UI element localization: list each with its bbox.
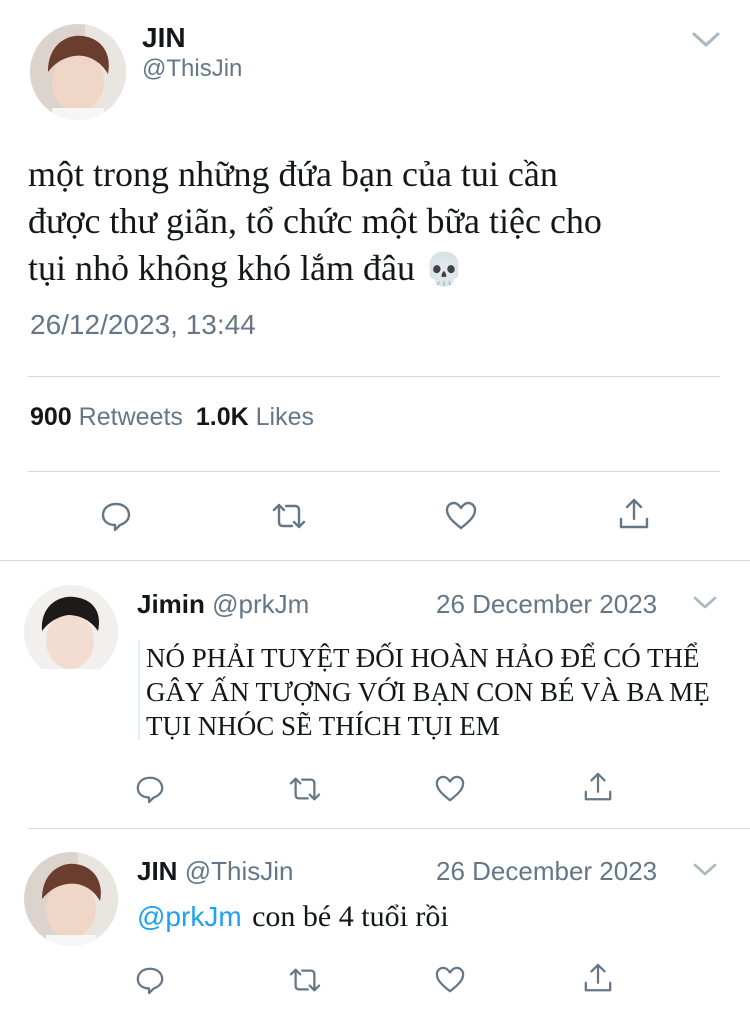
section-divider (0, 560, 750, 561)
share-icon (619, 498, 649, 529)
chevron-down-icon[interactable] (692, 862, 718, 878)
reply-date[interactable]: 26 December 2023 (436, 589, 657, 620)
avatar-jimin[interactable] (24, 585, 118, 679)
retweet-button[interactable] (285, 769, 325, 809)
like-icon (435, 775, 465, 802)
retweet-button[interactable] (285, 960, 325, 1000)
reply-text-line: GÂY ẤN TƯỢNG VỚI BẠN CON BÉ VÀ BA MẸ (146, 677, 710, 707)
reply-author-name[interactable]: Jimin (137, 589, 205, 619)
person-avatar-icon (30, 24, 126, 120)
share-button[interactable] (614, 494, 654, 534)
retweets-label: Retweets (78, 403, 183, 431)
likes-link[interactable]: 1.0K Likes (196, 403, 314, 431)
retweets-count: 900 (30, 403, 72, 431)
mention-link[interactable]: @prkJm (137, 901, 242, 932)
likes-count: 1.0K (195, 403, 249, 431)
retweet-button[interactable] (269, 496, 309, 536)
tweet-text-line: được thư giãn, tổ chức một bữa tiệc cho (28, 201, 602, 241)
share-icon (584, 963, 612, 992)
chevron-down-icon[interactable] (692, 595, 718, 611)
divider (28, 471, 720, 472)
reply-text: NÓ PHẢI TUYỆT ĐỐI HOÀN HẢO ĐỂ CÓ THỂ GÂY… (146, 641, 736, 743)
reply-icon (101, 502, 131, 532)
tweet-text-line: tụi nhỏ không khó lắm đâu (28, 248, 415, 288)
tweet-text-line: một trong những đứa bạn của tui cần (28, 154, 558, 194)
reply-icon (136, 776, 164, 804)
avatar-jin[interactable] (24, 852, 118, 946)
tweet-timestamp[interactable]: 26/12/2023, 13:44 (30, 309, 256, 341)
retweet-icon (272, 503, 306, 529)
share-icon (584, 772, 612, 801)
reply-author-handle[interactable]: @ThisJin (185, 856, 294, 886)
retweet-icon (289, 777, 321, 801)
person-avatar-icon (24, 585, 118, 679)
reply-text-line: TỤI NHÓC SẼ THÍCH TỤI EM (146, 711, 500, 741)
reply-author-handle[interactable]: @prkJm (212, 589, 309, 619)
retweet-icon (289, 968, 321, 992)
reply-text-body: con bé 4 tuổi rồi (252, 900, 449, 933)
reply-text: @prkJm con bé 4 tuổi rồi (137, 900, 449, 934)
person-avatar-icon (24, 852, 118, 946)
skull-emoji: 💀 (423, 250, 464, 288)
section-divider (28, 828, 750, 829)
author-handle[interactable]: @ThisJin (142, 55, 242, 83)
tweet-text: một trong những đứa bạn của tui cần được… (28, 151, 728, 293)
reply-author-name[interactable]: JIN (137, 856, 177, 886)
share-button[interactable] (578, 958, 618, 998)
avatar-jin[interactable] (30, 24, 126, 120)
reply-button[interactable] (130, 960, 170, 1000)
like-icon (435, 966, 465, 993)
like-icon (445, 501, 477, 530)
tweet-stats: 900 Retweets 1.0K Likes (30, 403, 314, 432)
chevron-down-icon[interactable] (690, 30, 722, 50)
reply-text-line: NÓ PHẢI TUYỆT ĐỐI HOÀN HẢO ĐỂ CÓ THỂ (146, 643, 700, 673)
tweet-text-last-line: tụi nhỏ không khó lắm đâu 💀 (28, 245, 728, 293)
reply-author: JIN @ThisJin (137, 856, 293, 887)
like-button[interactable] (430, 769, 470, 809)
divider (28, 376, 720, 377)
reply-quote-bar (138, 640, 140, 740)
reply-date[interactable]: 26 December 2023 (436, 856, 657, 887)
likes-label: Likes (255, 403, 314, 431)
author-name[interactable]: JIN (142, 22, 186, 54)
reply-button[interactable] (96, 496, 136, 536)
reply-author: Jimin @prkJm (137, 589, 309, 620)
retweets-link[interactable]: 900 Retweets (30, 403, 190, 431)
like-button[interactable] (430, 960, 470, 1000)
reply-icon (136, 967, 164, 995)
share-button[interactable] (578, 767, 618, 807)
like-button[interactable] (441, 496, 481, 536)
reply-button[interactable] (130, 769, 170, 809)
